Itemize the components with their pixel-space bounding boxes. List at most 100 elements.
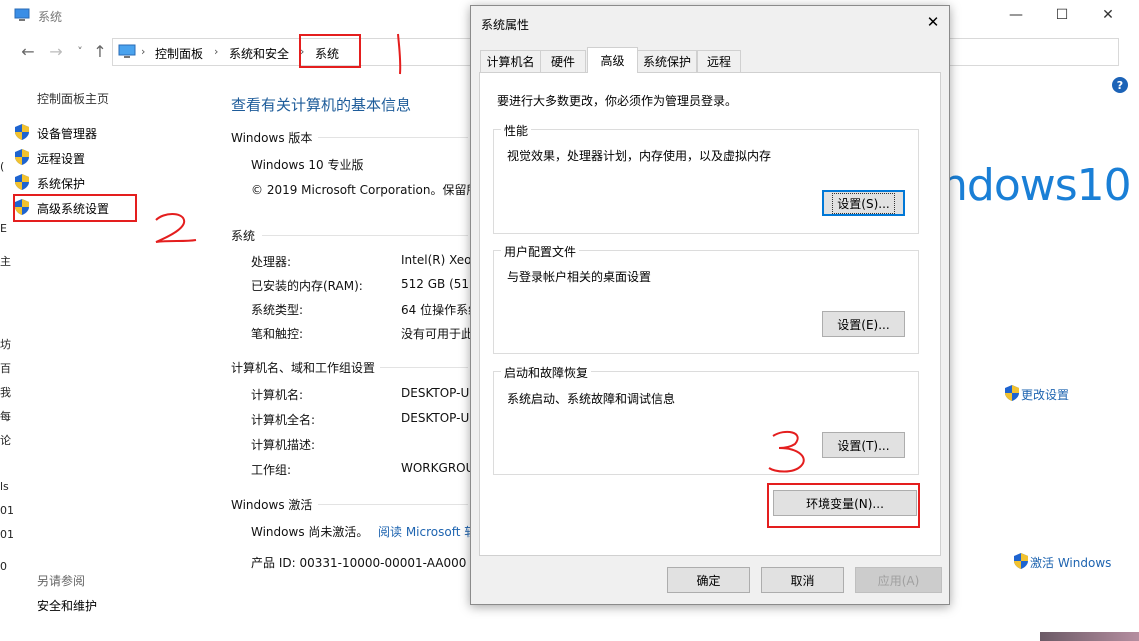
user-profiles-description: 与登录帐户相关的桌面设置 <box>507 270 652 284</box>
breadcrumb-separator: › <box>214 45 219 58</box>
clipped-text: 主 <box>0 255 11 268</box>
dialog-title: 系统属性 <box>481 18 530 32</box>
dialog-close-button[interactable]: ✕ <box>921 12 945 32</box>
tab-hardware[interactable]: 硬件 <box>540 50 586 72</box>
clipped-text: ( <box>0 160 5 173</box>
breadcrumb-separator: › <box>141 45 146 58</box>
close-window-button[interactable]: ✕ <box>1085 0 1131 30</box>
annotation-number-2: 2 <box>150 209 197 243</box>
computer-name-header: 计算机名、域和工作组设置 <box>231 361 376 375</box>
performance-description: 视觉效果，处理器计划，内存使用，以及虚拟内存 <box>507 149 772 163</box>
admin-notice: 要进行大多数更改，你必须作为管理员登录。 <box>497 94 738 108</box>
processor-value: Intel(R) Xeon <box>401 253 480 267</box>
performance-settings-button[interactable]: 设置(S)... <box>822 190 905 216</box>
ram-value: 512 GB (511 <box>401 277 477 291</box>
full-computer-name-label: 计算机全名: <box>251 413 316 427</box>
up-arrow-icon[interactable]: ↑ <box>90 41 110 61</box>
windows-edition-header: Windows 版本 <box>231 131 313 145</box>
tab-computer-name[interactable]: 计算机名 <box>480 50 541 72</box>
section-divider <box>318 504 468 505</box>
clipped-text: ls <box>0 480 9 493</box>
forward-arrow-icon[interactable]: → <box>46 41 66 61</box>
user-profiles-settings-button[interactable]: 设置(E)... <box>822 311 905 337</box>
annotation-box-env-vars <box>767 483 920 528</box>
computer-name-value: DESKTOP-U <box>401 386 470 400</box>
computer-icon <box>14 8 30 21</box>
window-title: 系统 <box>38 10 63 24</box>
activation-status: Windows 尚未激活。 <box>251 525 369 539</box>
startup-recovery-group <box>493 371 919 475</box>
tab-advanced[interactable]: 高级 <box>587 47 638 73</box>
back-arrow-icon[interactable]: ← <box>18 41 38 61</box>
tab-system-protection[interactable]: 系统保护 <box>637 50 697 72</box>
pen-touch-label: 笔和触控: <box>251 327 304 341</box>
annotation-box-breadcrumb-system <box>299 34 361 68</box>
change-settings-link[interactable]: 更改设置 <box>1021 386 1069 403</box>
performance-group-title: 性能 <box>501 122 532 139</box>
help-icon[interactable]: ? <box>1112 77 1128 93</box>
computer-name-label: 计算机名: <box>251 388 304 402</box>
computer-description-label: 计算机描述: <box>251 438 316 452</box>
clipped-text: 论 <box>0 434 11 447</box>
minimize-button[interactable]: — <box>993 0 1039 30</box>
full-computer-name-value: DESKTOP-U <box>401 411 470 425</box>
user-profiles-group <box>493 250 919 354</box>
performance-group <box>493 129 919 234</box>
startup-recovery-description: 系统启动、系统故障和调试信息 <box>507 392 676 406</box>
see-also-heading: 另请参阅 <box>37 574 86 588</box>
page-title: 查看有关计算机的基本信息 <box>231 96 412 114</box>
activation-header: Windows 激活 <box>231 498 313 512</box>
clipped-text: 我 <box>0 386 11 399</box>
breadcrumb-system-security[interactable]: 系统和安全 <box>229 45 289 62</box>
control-panel-icon <box>118 44 136 58</box>
section-divider <box>380 367 468 368</box>
shield-icon <box>15 174 29 190</box>
system-type-value: 64 位操作系统 <box>401 303 481 317</box>
processor-label: 处理器: <box>251 255 292 269</box>
history-dropdown-icon[interactable]: ˅ <box>70 41 90 61</box>
annotation-number-1: 1 <box>390 29 402 75</box>
control-panel-home-link[interactable]: 控制面板主页 <box>37 90 109 107</box>
ram-label: 已安装的内存(RAM): <box>251 279 363 293</box>
windows-edition-name: Windows 10 专业版 <box>251 158 364 172</box>
security-maintenance-link[interactable]: 安全和维护 <box>37 597 97 614</box>
clipped-text: 0 <box>0 560 7 573</box>
ok-button[interactable]: 确定 <box>667 567 750 593</box>
shield-icon <box>1005 385 1019 401</box>
activate-windows-link[interactable]: 激活 Windows <box>1030 554 1111 571</box>
sidebar-item-device-manager[interactable]: 设备管理器 <box>37 125 97 142</box>
maximize-button[interactable]: ☐ <box>1039 0 1085 30</box>
apply-button[interactable]: 应用(A) <box>855 567 942 593</box>
system-header: 系统 <box>231 229 256 243</box>
performance-settings-label: 设置(S)... <box>832 192 895 214</box>
shield-icon <box>15 149 29 165</box>
shield-icon <box>1014 553 1028 569</box>
read-license-link[interactable]: 阅读 Microsoft 软 <box>378 523 476 540</box>
workgroup-value: WORKGROU <box>401 461 475 475</box>
clipped-text: 百 <box>0 362 11 375</box>
workgroup-label: 工作组: <box>251 463 292 477</box>
section-divider <box>318 137 468 138</box>
annotation-label-1: 1 <box>390 29 391 31</box>
clipped-text: 01 <box>0 528 14 541</box>
user-profiles-group-title: 用户配置文件 <box>501 243 580 260</box>
clipped-text: 01 <box>0 504 14 517</box>
clipped-text: 坊 <box>0 338 11 351</box>
sidebar-item-remote-settings[interactable]: 远程设置 <box>37 150 85 167</box>
system-type-label: 系统类型: <box>251 303 304 317</box>
annotation-label-2: 2 <box>150 209 151 211</box>
copyright-text: © 2019 Microsoft Corporation。保留所 <box>251 183 479 197</box>
clipped-text: E <box>0 222 7 235</box>
background-window-edge: ( E 主 坊 百 我 每 论 ls 01 01 0 <box>0 150 14 620</box>
startup-recovery-settings-button[interactable]: 设置(T)... <box>822 432 905 458</box>
startup-recovery-group-title: 启动和故障恢复 <box>501 364 592 381</box>
windows10-logo-text: ndows10 <box>940 160 1132 211</box>
section-divider <box>262 235 468 236</box>
tab-remote[interactable]: 远程 <box>697 50 741 72</box>
product-id: 产品 ID: 00331-10000-00001-AA000 <box>251 556 467 570</box>
clipped-text: 每 <box>0 410 11 423</box>
cancel-button[interactable]: 取消 <box>761 567 844 593</box>
desktop-background-edge <box>1040 632 1139 641</box>
breadcrumb-control-panel[interactable]: 控制面板 <box>155 45 203 62</box>
sidebar-item-system-protection[interactable]: 系统保护 <box>37 175 85 192</box>
